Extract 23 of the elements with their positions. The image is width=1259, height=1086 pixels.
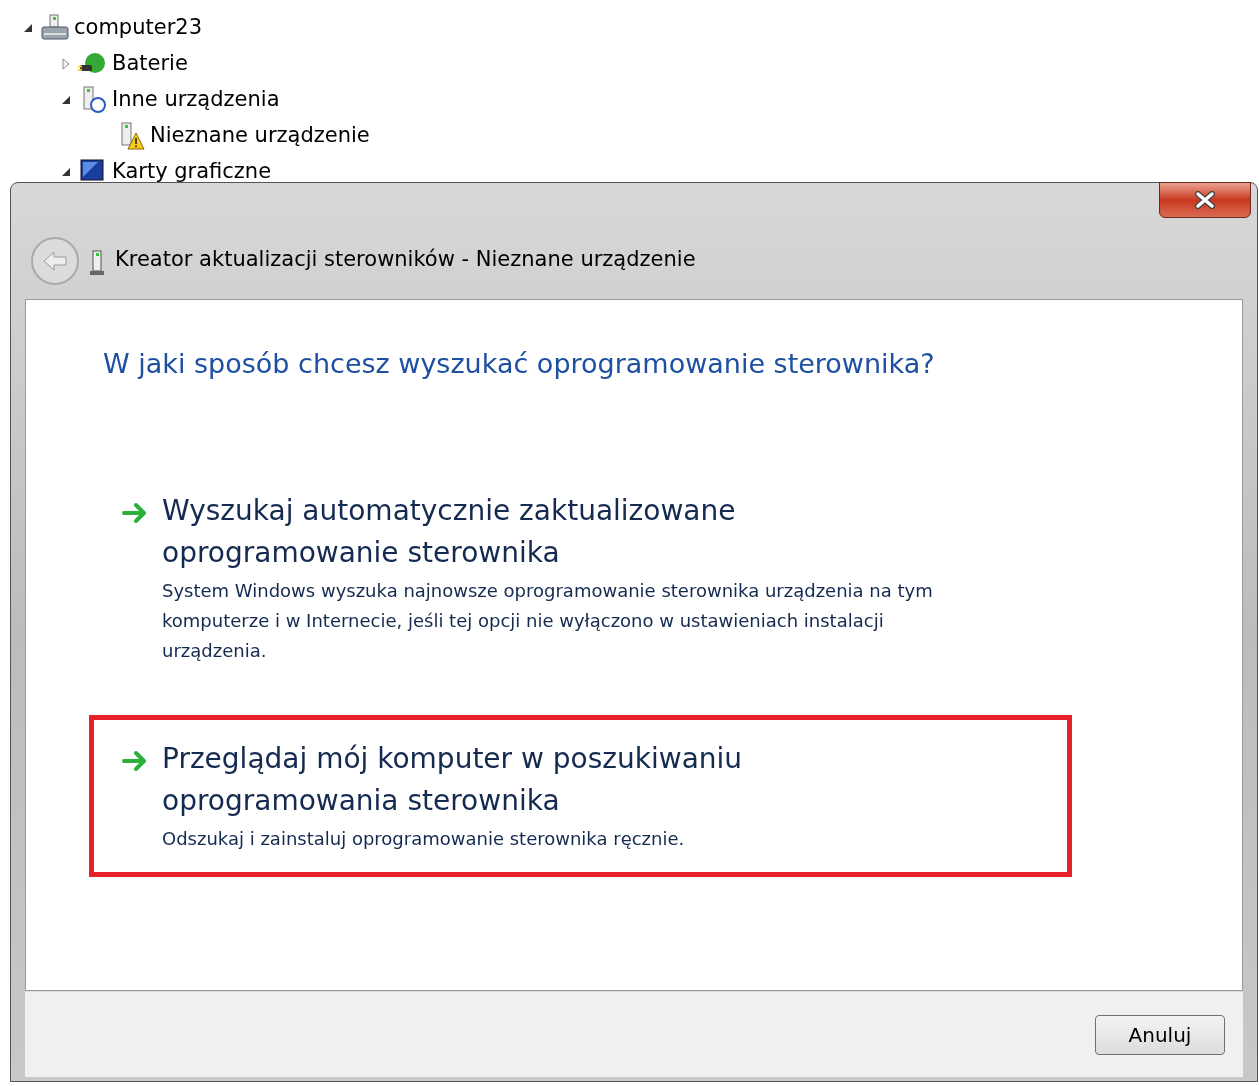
computer-icon	[40, 13, 70, 43]
arrow-icon	[122, 749, 148, 772]
option-description: System Windows wyszuka najnowsze oprogramowanie sterownika urządzenia na tym komputerze i w Internecie, jeśli tej opcji nie wyłączono w ustawieniach instalacji urządzenia.	[162, 578, 934, 663]
arrow-icon	[122, 501, 148, 524]
option-title: Przeglądaj mój komputer w poszukiwaniu oprogramowania sterownika	[162, 740, 744, 819]
tree-item[interactable]: Baterie	[112, 48, 188, 80]
expand-toggle[interactable]	[60, 58, 72, 70]
wizard-heading: W jaki sposób chcesz wyszukać oprogramowanie sterownika?	[103, 347, 936, 381]
device-icon	[89, 249, 105, 277]
window-title: Kreator aktualizacji sterowników - Nieznane urządzenie	[115, 245, 696, 273]
collapse-toggle[interactable]	[22, 22, 34, 34]
tree-item[interactable]: Inne urządzenia	[112, 84, 280, 116]
tree-item[interactable]: computer23	[74, 12, 202, 44]
option-title: Wyszukaj automatycznie zaktualizowane oprogramowanie sterownika	[162, 492, 737, 571]
tree-item[interactable]: Nieznane urządzenie	[150, 120, 370, 152]
command-link[interactable]: Przeglądaj mój komputer w poszukiwaniu oprogramowania sterownika Odszukaj i zainstaluj oprogramowanie sterownika ręcznie.	[89, 714, 1072, 877]
close-icon	[1194, 191, 1216, 209]
close-button[interactable]	[1159, 182, 1251, 218]
option-description: Odszukaj i zainstaluj oprogramowanie sterownika ręcznie.	[162, 826, 686, 851]
collapse-toggle[interactable]	[60, 166, 72, 178]
cancel-button[interactable]: Anuluj	[1095, 1014, 1225, 1055]
back-arrow-icon	[42, 250, 68, 272]
collapse-toggle[interactable]	[60, 94, 72, 106]
